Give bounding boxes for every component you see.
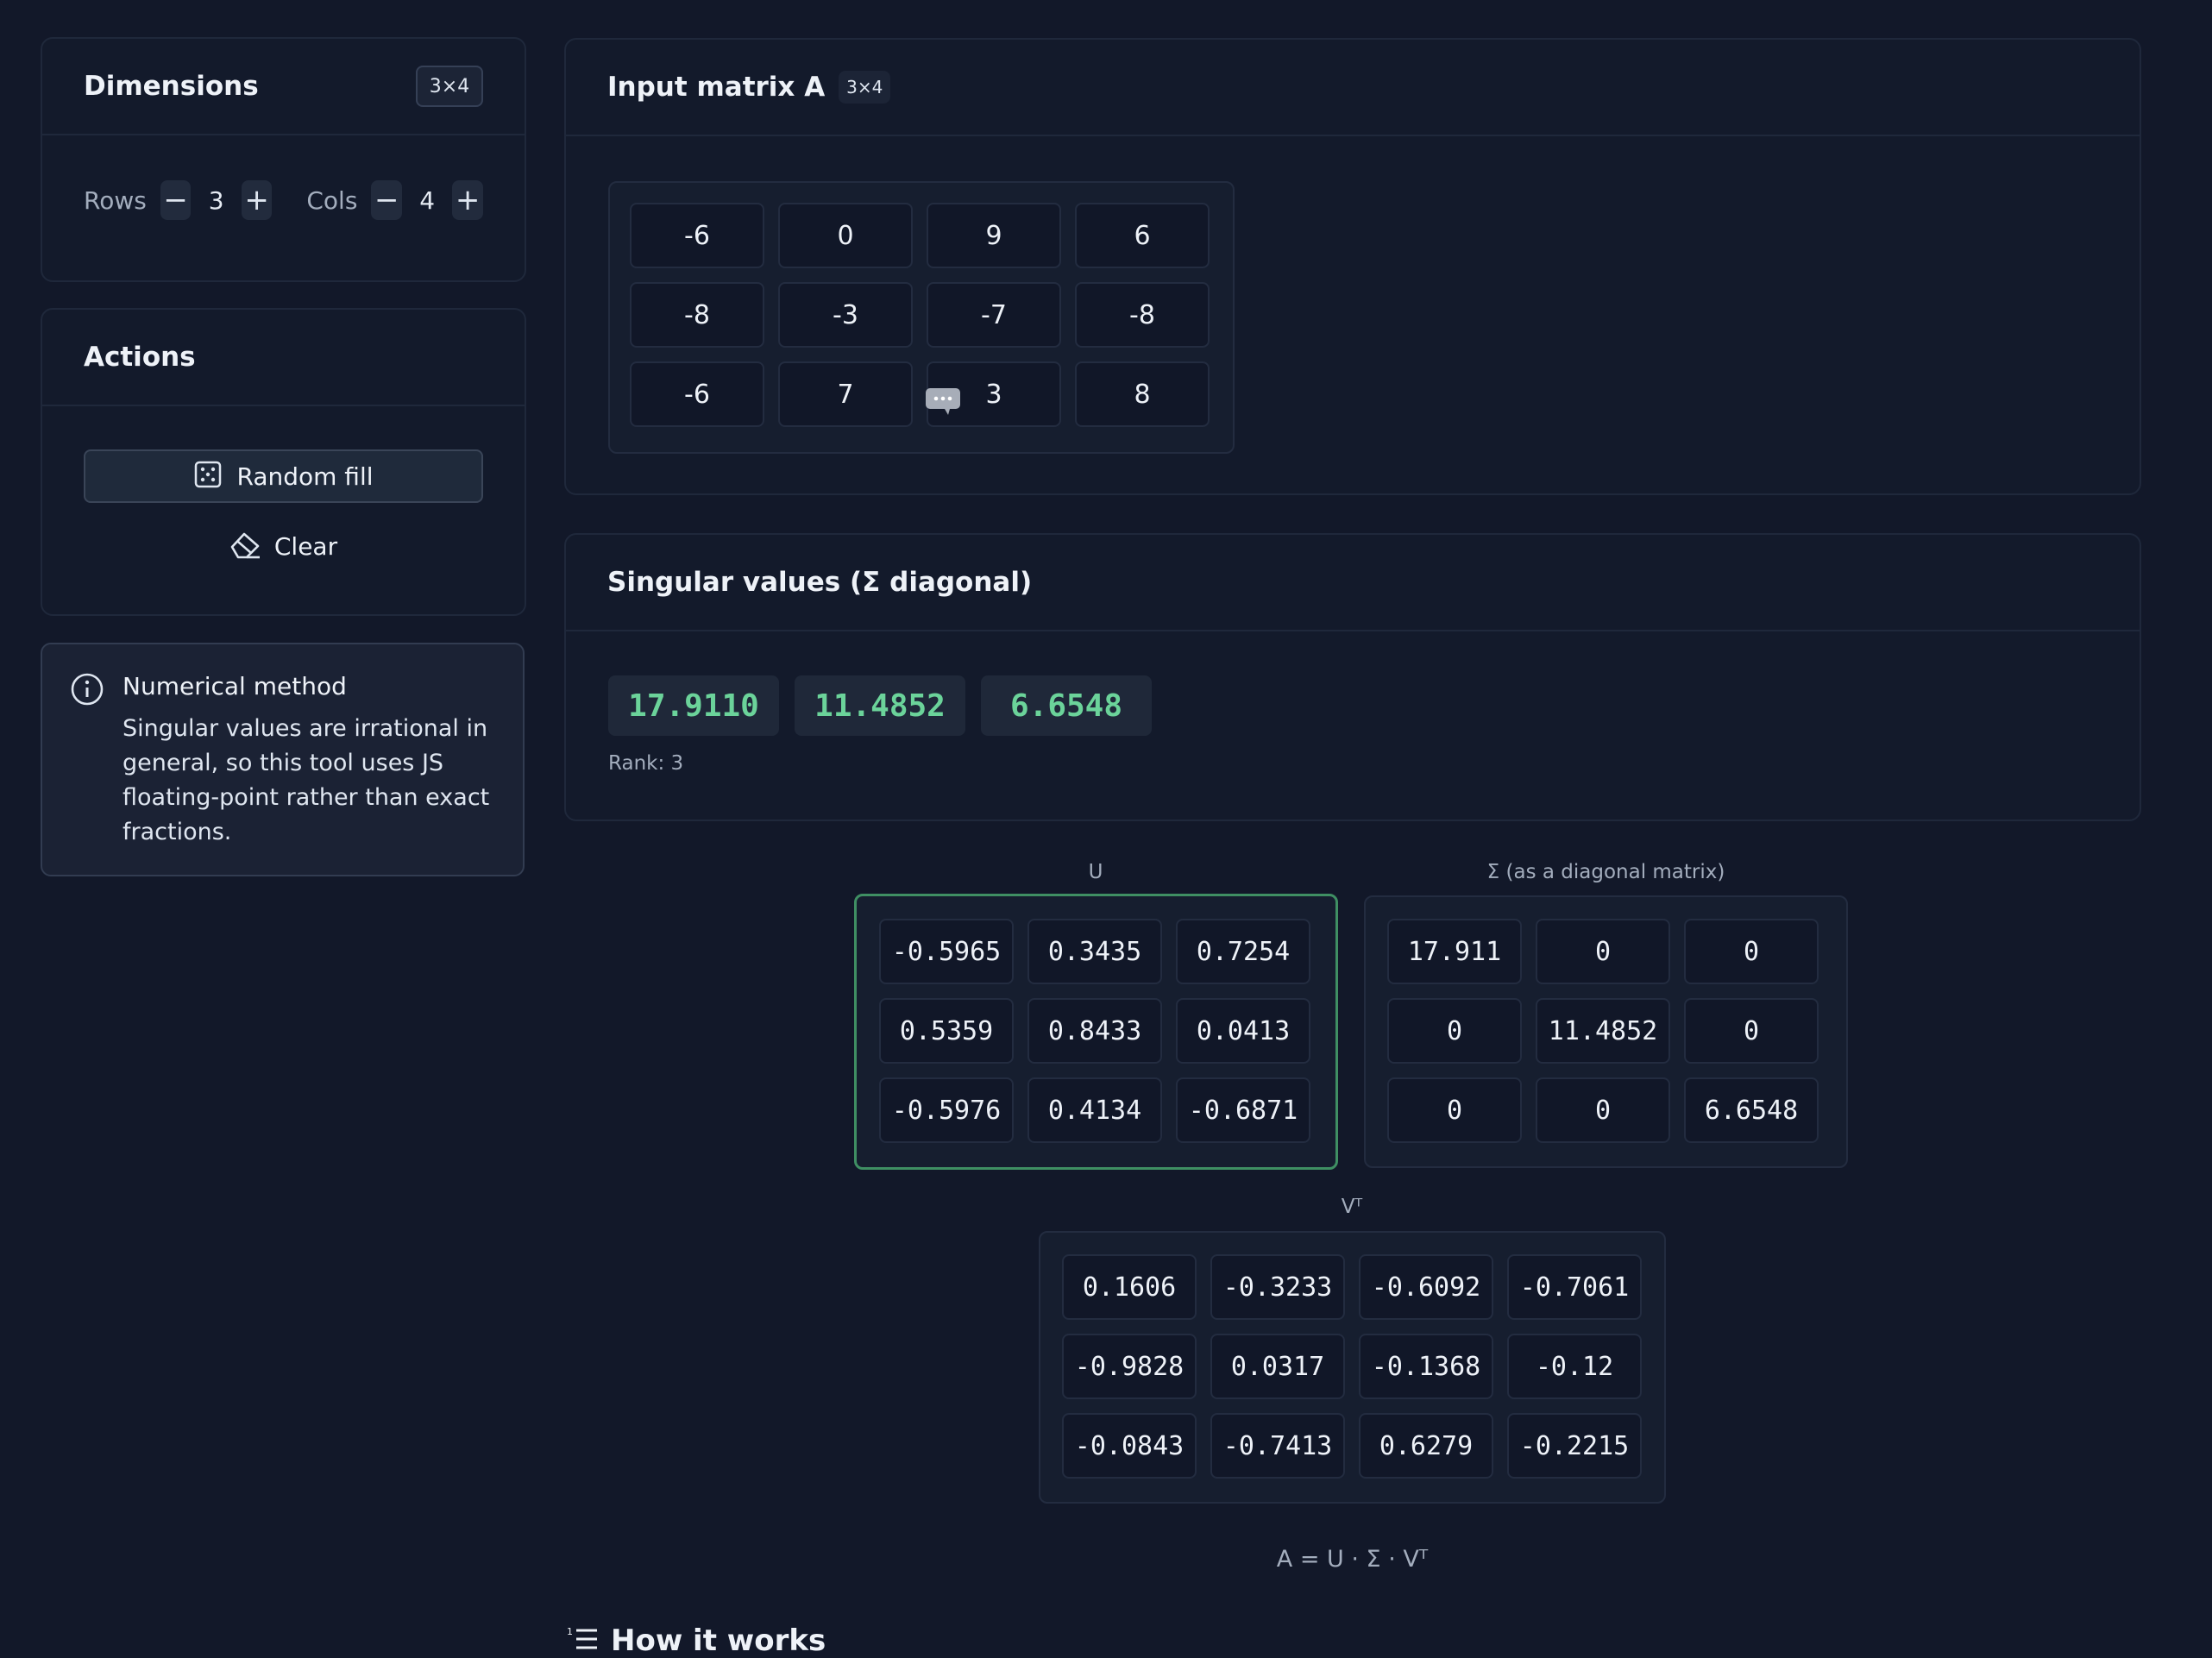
vt-matrix-cell-r1-c3: -0.6092: [1359, 1254, 1493, 1320]
u-matrix-cell-r2-c3: 0.0413: [1176, 998, 1310, 1064]
input-matrix-grid: -6 0 9 6 -8 -3 -7 -8 -6 7 3 8: [608, 181, 1235, 454]
dimensions-title: Dimensions: [84, 71, 259, 102]
singular-values-title: Singular values (Σ diagonal): [607, 567, 1033, 598]
input-matrix-cell-r3-c1[interactable]: -6: [630, 361, 764, 427]
sigma-matrix-cell-r1-c3: 0: [1684, 919, 1819, 984]
input-matrix-cell-r3-c2[interactable]: 7: [778, 361, 913, 427]
vt-matrix-cell-r2-c1: -0.9828: [1062, 1334, 1197, 1399]
sigma-matrix-label: Σ (as a diagonal matrix): [1486, 861, 1725, 883]
sigma-matrix-cell-r3-c3: 6.6548: [1684, 1077, 1819, 1143]
rows-decrement-button[interactable]: −: [160, 180, 192, 220]
numerical-method-text: Singular values are irrational in genera…: [123, 715, 490, 845]
u-matrix-grid: -0.5965 0.3435 0.7254 0.5359 0.8433 0.0413 -0.…: [854, 894, 1338, 1170]
input-matrix-card: Input matrix A 3×4 -6 0 9 6 -8 -3 -7 -8 -6 7 3 8: [564, 38, 2141, 495]
input-matrix-cell-r2-c4[interactable]: -8: [1075, 282, 1210, 348]
sigma-matrix-cell-r2-c1: 0: [1387, 998, 1522, 1064]
input-matrix-cell-r1-c2[interactable]: 0: [778, 203, 913, 268]
vt-matrix-label: Vᵀ: [1341, 1196, 1363, 1218]
u-matrix-cell-r1-c3: 0.7254: [1176, 919, 1310, 984]
rank-label: Rank: 3: [608, 752, 684, 775]
input-matrix-cell-r3-c4[interactable]: 8: [1075, 361, 1210, 427]
u-matrix-cell-r1-c1: -0.5965: [879, 919, 1014, 984]
random-fill-button[interactable]: Random fill: [84, 449, 483, 503]
u-matrix-cell-r2-c1: 0.5359: [879, 998, 1014, 1064]
actions-card: Actions Random fill Clear: [41, 308, 526, 616]
singular-value-3: 6.6548: [981, 675, 1152, 736]
vt-matrix-cell-r3-c1: -0.0843: [1062, 1413, 1197, 1479]
singular-value-2: 11.4852: [795, 675, 965, 736]
u-matrix-cell-r3-c3: -0.6871: [1176, 1077, 1310, 1143]
svd-formula: A = U · Σ · Vᵀ: [1276, 1546, 1429, 1573]
dice-icon: [193, 460, 223, 493]
sigma-matrix-cell-r3-c1: 0: [1387, 1077, 1522, 1143]
u-matrix-cell-r3-c2: 0.4134: [1027, 1077, 1162, 1143]
u-matrix-cell-r3-c1: -0.5976: [879, 1077, 1014, 1143]
rows-label: Rows: [84, 185, 147, 215]
input-matrix-cell-r1-c3[interactable]: 9: [927, 203, 1061, 268]
clear-button[interactable]: Clear: [84, 522, 483, 570]
eraser-icon: [229, 529, 262, 563]
comment-icon[interactable]: [924, 385, 962, 419]
how-it-works-title: How it works: [611, 1623, 826, 1658]
dimensions-card: Dimensions 3×4 Rows − 3 + Cols − 4 +: [41, 37, 526, 282]
vt-matrix-cell-r1-c4: -0.7061: [1507, 1254, 1642, 1320]
singular-value-1: 17.9110: [608, 675, 779, 736]
dimensions-badge: 3×4: [416, 66, 483, 107]
input-matrix-cell-r2-c2[interactable]: -3: [778, 282, 913, 348]
u-matrix-cell-r2-c2: 0.8433: [1027, 998, 1162, 1064]
how-it-works-heading[interactable]: 1 How it works: [566, 1623, 826, 1658]
sigma-matrix-cell-r1-c2: 0: [1536, 919, 1670, 984]
u-matrix-cell-r1-c2: 0.3435: [1027, 919, 1162, 984]
singular-values-card: Singular values (Σ diagonal) 17.9110 11.4…: [564, 533, 2141, 821]
input-matrix-cell-r2-c1[interactable]: -8: [630, 282, 764, 348]
vt-matrix-cell-r3-c2: -0.7413: [1210, 1413, 1345, 1479]
vt-matrix-cell-r2-c3: -0.1368: [1359, 1334, 1493, 1399]
list-ordered-icon: 1: [566, 1624, 599, 1657]
vt-matrix-cell-r1-c2: -0.3233: [1210, 1254, 1345, 1320]
u-matrix-label: U: [1088, 861, 1103, 883]
input-matrix-badge: 3×4: [839, 71, 891, 104]
input-matrix-cell-r1-c4[interactable]: 6: [1075, 203, 1210, 268]
cols-decrement-button[interactable]: −: [371, 180, 403, 220]
random-fill-label: Random fill: [236, 462, 374, 491]
rows-value: 3: [208, 185, 224, 215]
cols-value: 4: [419, 185, 436, 215]
sigma-matrix-cell-r2-c3: 0: [1684, 998, 1819, 1064]
actions-title: Actions: [84, 342, 196, 373]
vt-matrix-cell-r3-c3: 0.6279: [1359, 1413, 1493, 1479]
vt-matrix-grid: 0.1606 -0.3233 -0.6092 -0.7061 -0.9828 0.0317…: [1039, 1231, 1666, 1504]
input-matrix-title: Input matrix A: [607, 72, 826, 103]
numerical-method-title: Numerical method: [123, 672, 347, 700]
clear-label: Clear: [273, 531, 338, 561]
vt-matrix-cell-r2-c2: 0.0317: [1210, 1334, 1345, 1399]
info-icon: [70, 672, 104, 710]
sigma-matrix-grid: 17.911 0 0 0 11.4852 0 0 0 6.6548: [1364, 895, 1848, 1168]
numerical-method-note: Numerical method Singular values are irr…: [41, 643, 525, 876]
cols-increment-button[interactable]: +: [452, 180, 483, 220]
sigma-matrix-cell-r3-c2: 0: [1536, 1077, 1670, 1143]
vt-matrix-cell-r1-c1: 0.1606: [1062, 1254, 1197, 1320]
sigma-matrix-cell-r2-c2: 11.4852: [1536, 998, 1670, 1064]
svg-text:1: 1: [567, 1626, 573, 1637]
input-matrix-cell-r1-c1[interactable]: -6: [630, 203, 764, 268]
cols-label: Cols: [306, 185, 358, 215]
sigma-matrix-cell-r1-c1: 17.911: [1387, 919, 1522, 984]
vt-matrix-cell-r2-c4: -0.12: [1507, 1334, 1642, 1399]
input-matrix-cell-r2-c3[interactable]: -7: [927, 282, 1061, 348]
vt-matrix-cell-r3-c4: -0.2215: [1507, 1413, 1642, 1479]
rows-increment-button[interactable]: +: [241, 180, 273, 220]
